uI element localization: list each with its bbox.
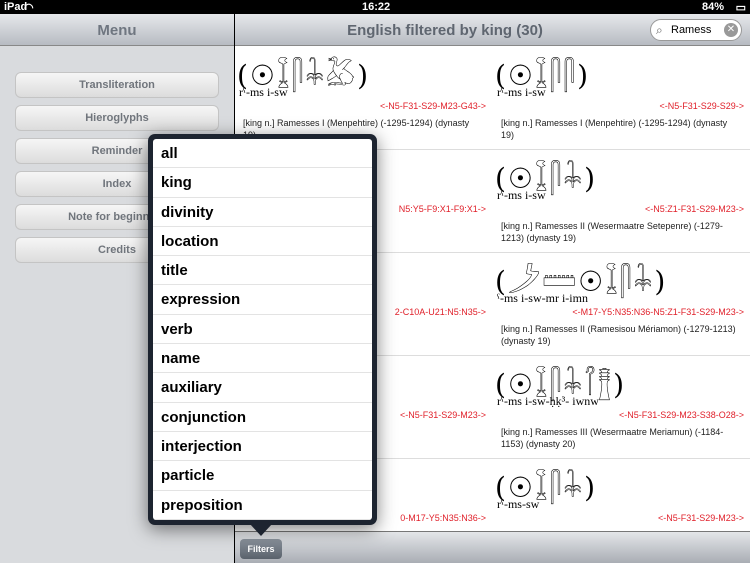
battery-percent: 84%: [701, 1, 724, 13]
bottom-toolbar: Filters: [235, 531, 750, 563]
gardiner-code: <-N5-F31-S29-S29->: [659, 101, 744, 111]
battery-icon: ▭: [735, 2, 746, 14]
entry-cell[interactable]: (☉𓆼𓋴𓋴) rˁ-ms i-sw <-N5-F31-S29-S29-> [king …: [493, 47, 750, 150]
entry-cell[interactable]: (☉𓆼𓋴𓇓) rˁ-ms i-sw <-N5:Z1-F31-S29-M23-> [ki…: [493, 150, 750, 253]
filters-popover: all king divinity location title expression ve…: [148, 134, 377, 525]
transliteration: rˁ-ms i-sw: [239, 85, 288, 99]
entry-description: [king n.] Ramesses I (Menpehtire) (-1295…: [501, 118, 728, 140]
filter-option-expression[interactable]: expression: [153, 285, 372, 315]
menu-navbar: Menu: [0, 14, 234, 46]
search-icon: ⌕: [656, 23, 663, 37]
filter-option-name[interactable]: name: [153, 344, 372, 374]
transliteration: ˁ-ms i-sw-mr i-imn: [497, 291, 588, 305]
gardiner-code: <-N5-F31-S29-M23->: [399, 410, 486, 420]
transliteration: rˁ-ms i-sw: [497, 85, 546, 99]
results-navbar: English filtered by king (30) ⌕ Ramess ✕: [235, 14, 750, 46]
filter-option-interjection[interactable]: interjection: [153, 432, 372, 462]
filter-option-conjunction[interactable]: conjunction: [153, 403, 372, 432]
gardiner-code: <-M17-Y5:N35:N36-N5:Z1-F31-S29-M23->: [572, 307, 744, 317]
popover-arrow: [250, 524, 272, 536]
filters-button[interactable]: Filters: [240, 539, 282, 559]
entry-cell[interactable]: (☉𓆼𓋴𓇓𓋾𓊽) rˁ-ms i-sw-ḥḳ³- iwnw <-N5-F31-S29…: [493, 356, 750, 459]
clock: 16:22: [362, 1, 391, 13]
menu-item-hieroglyphs[interactable]: Hieroglyphs: [15, 105, 219, 131]
wifi-icon: ◠: [24, 2, 34, 14]
status-bar: iPad ◠ 16:22 84% ▭: [0, 0, 750, 14]
entry-description: [king n.] Ramesses II (Wesermaatre Setep…: [501, 221, 723, 243]
gardiner-code: <-N5-F31-S29-M23-G43->: [379, 101, 486, 111]
filter-option-particle[interactable]: particle: [153, 461, 372, 491]
gardiner-code: N5:Y5-F9:X1-F9:X1->: [398, 204, 486, 214]
transliteration: rˁ-ms i-sw: [497, 188, 546, 202]
menu-title: Menu: [97, 22, 137, 39]
filter-option-preposition[interactable]: preposition: [153, 491, 372, 520]
search-value: Ramess: [671, 24, 712, 36]
filter-option-location[interactable]: location: [153, 227, 372, 257]
filter-option-title[interactable]: title: [153, 256, 372, 286]
transliteration: rˁ-ms i-sw-ḥḳ³- iwnw: [497, 394, 599, 408]
gardiner-code: 0-M17-Y5:N35:N36->: [400, 513, 486, 523]
gardiner-code: <-N5-F31-S29-M23-S38-O28->: [618, 410, 744, 420]
filter-option-divinity[interactable]: divinity: [153, 198, 372, 227]
clear-search-icon[interactable]: ✕: [724, 23, 738, 37]
gardiner-code: <-N5-F31-S29-M23->: [657, 513, 744, 523]
filter-option-all[interactable]: all: [153, 139, 372, 169]
gardiner-code: <-N5:Z1-F31-S29-M23->: [644, 204, 744, 214]
gardiner-code: 2-C10A-U21:N5:N35->: [394, 307, 486, 317]
filter-option-king[interactable]: king: [153, 168, 372, 198]
menu-item-transliteration[interactable]: Transliteration: [15, 72, 219, 98]
transliteration: rˁ-ms-sw: [497, 497, 540, 511]
filter-option-auxiliary[interactable]: auxiliary: [153, 373, 372, 403]
entry-description: [king n.] Ramesses II (Ramesisou Mériamo…: [501, 324, 736, 346]
entry-cell[interactable]: (𓌳𓏠☉𓆼𓋴𓇓) ˁ-ms i-sw-mr i-imn <-M17-Y5:N35:N…: [493, 253, 750, 356]
results-title: English filtered by king (30): [347, 22, 543, 39]
search-input[interactable]: ⌕ Ramess ✕: [650, 19, 742, 41]
filter-option-verb[interactable]: verb: [153, 315, 372, 345]
entry-description: [king n.] Ramesses III (Wesermaatre Meri…: [501, 427, 724, 449]
